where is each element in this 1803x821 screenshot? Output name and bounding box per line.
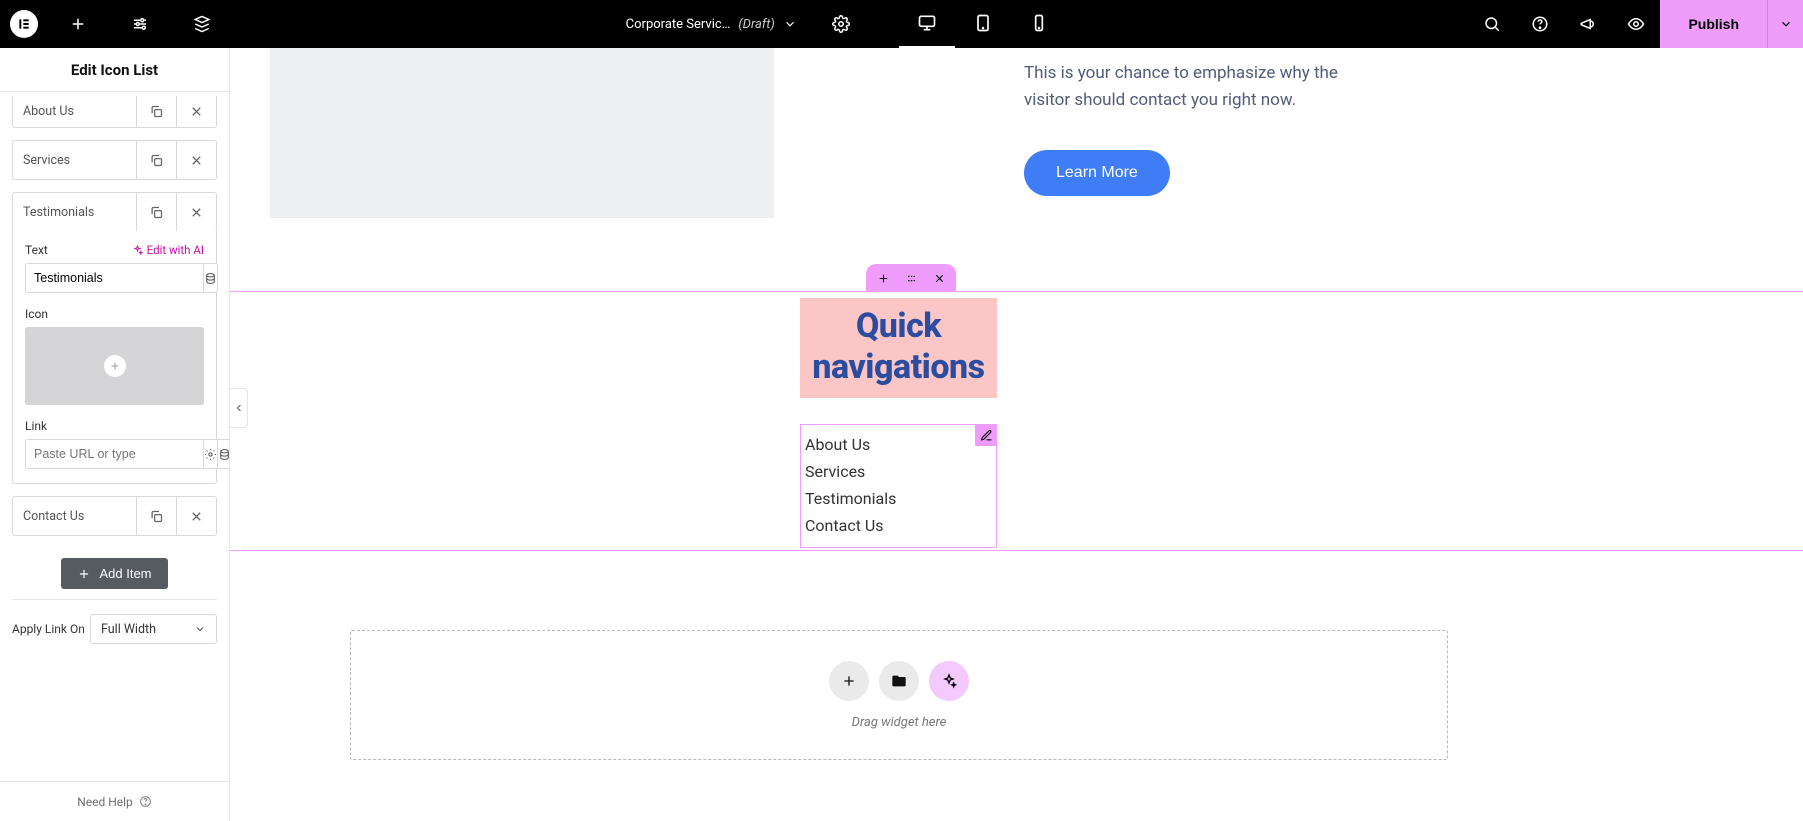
link-field-label: Link [25,419,204,433]
help-icon [139,795,152,808]
list-item-label: Services [13,141,136,179]
drag-section-handle[interactable] [904,271,918,285]
device-desktop-button[interactable] [899,0,955,48]
device-tablet-button[interactable] [955,0,1011,48]
edit-with-ai-button[interactable]: Edit with AI [132,243,204,257]
cta-text[interactable]: This is your chance to emphasize why the… [1024,60,1344,114]
page-settings-button[interactable] [819,0,863,48]
list-item-expanded: Text Edit with AI Icon Link [12,231,217,484]
structure-button[interactable] [180,0,224,48]
apply-link-select[interactable]: Full Width [90,614,217,644]
document-title-wrap: Corporate Servic… (Draft) [626,17,797,32]
responsive-device-group [899,0,1067,48]
panel-footer: Need Help [0,781,229,821]
list-item[interactable]: About Us [801,431,996,458]
add-section-button[interactable] [876,271,890,285]
document-title: Corporate Servic… [626,17,731,32]
duplicate-item-button[interactable] [136,141,176,179]
site-settings-button[interactable] [118,0,162,48]
remove-item-button[interactable] [176,193,216,231]
list-item-label: About Us [13,96,136,127]
heading-line-2: navigations [800,347,997,388]
add-widget-button[interactable] [829,661,869,701]
list-item[interactable]: About Us [12,96,217,128]
collapse-panel-button[interactable] [230,388,248,428]
apply-link-row: Apply Link On Full Width [12,614,217,644]
elementor-logo[interactable] [10,10,38,38]
list-item[interactable]: Testimonials [801,485,996,512]
need-help-link[interactable]: Need Help [77,795,133,809]
drop-zone-text: Drag widget here [852,715,947,730]
add-icon-button[interactable] [104,355,126,377]
icon-picker[interactable] [25,327,204,405]
editor-panel: Edit Icon List About Us Services Testimo… [0,48,230,821]
icon-list-widget[interactable]: About Us Services Testimonials Contact U… [800,424,997,548]
list-item-label: Contact Us [13,497,136,535]
editor-canvas: This is your chance to emphasize why the… [230,48,1803,821]
section-outline [230,291,1803,551]
publish-button[interactable]: Publish [1660,0,1767,48]
list-item[interactable]: Contact Us [12,496,217,536]
remove-item-button[interactable] [176,141,216,179]
chevron-down-icon[interactable] [783,17,797,31]
apply-link-label: Apply Link On [12,622,85,636]
whats-new-button[interactable] [1564,0,1612,48]
edit-widget-button[interactable] [975,424,997,446]
remove-item-button[interactable] [176,96,216,127]
learn-more-button[interactable]: Learn More [1024,150,1170,196]
preview-button[interactable] [1612,0,1660,48]
duplicate-item-button[interactable] [136,193,176,231]
delete-section-button[interactable] [932,271,946,285]
dynamic-tags-button[interactable] [217,439,229,469]
heading-widget[interactable]: Quick navigations [800,298,997,398]
list-item[interactable]: Contact Us [801,512,996,539]
link-options-button[interactable] [203,439,217,469]
list-item[interactable]: Services [12,140,217,180]
dynamic-tags-button[interactable] [203,263,218,293]
help-button[interactable] [1516,0,1564,48]
document-status: (Draft) [738,17,774,32]
text-field-label: Text [25,243,48,257]
item-text-input[interactable] [25,263,203,293]
finder-search-button[interactable] [1468,0,1516,48]
duplicate-item-button[interactable] [136,96,176,127]
topbar: Corporate Servic… (Draft) [0,0,1803,48]
cta-block: This is your chance to emphasize why the… [1024,60,1344,196]
heading-line-1: Quick [800,306,997,347]
ai-generate-button[interactable] [929,661,969,701]
publish-options-button[interactable] [1767,0,1803,48]
section-handle [866,264,956,292]
add-item-button[interactable]: Add Item [61,558,167,589]
remove-item-button[interactable] [176,497,216,535]
panel-title: Edit Icon List [0,48,229,92]
list-item[interactable]: Services [801,458,996,485]
list-item-label: Testimonials [13,193,136,231]
add-element-button[interactable] [56,0,100,48]
icon-field-label: Icon [25,307,204,321]
template-library-button[interactable] [879,661,919,701]
link-input[interactable] [25,439,203,469]
duplicate-item-button[interactable] [136,497,176,535]
device-mobile-button[interactable] [1011,0,1067,48]
list-item[interactable]: Testimonials [12,192,217,232]
drop-zone[interactable]: Drag widget here [350,630,1448,760]
image-placeholder[interactable] [270,48,774,218]
